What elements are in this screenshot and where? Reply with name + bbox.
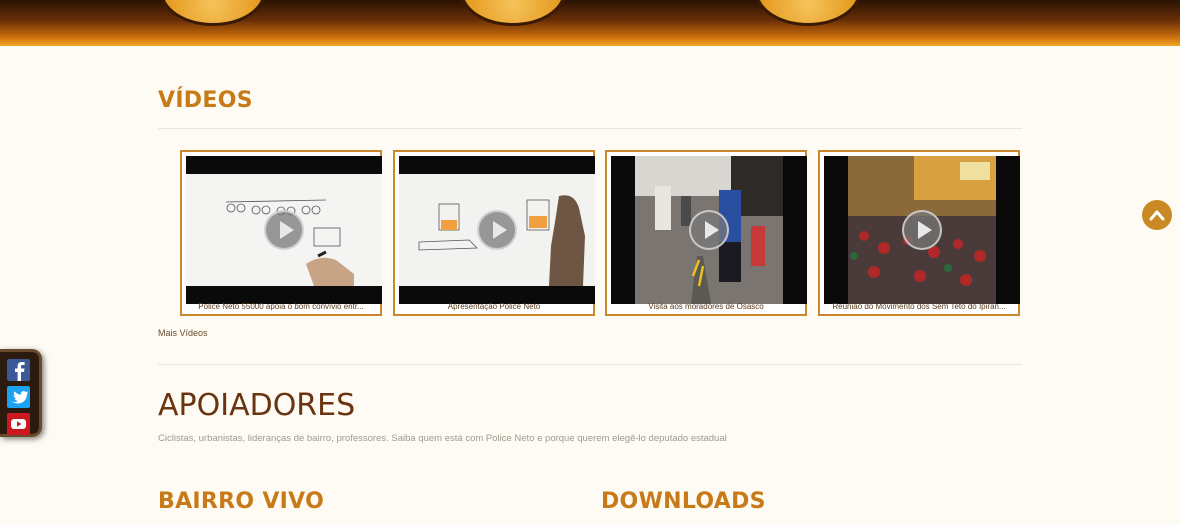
play-icon[interactable] xyxy=(264,210,304,250)
banner-menu-circle-1[interactable] xyxy=(160,0,266,26)
video-frame-2 xyxy=(399,156,595,304)
twitter-icon[interactable] xyxy=(7,386,30,408)
chevron-up-icon xyxy=(1149,210,1165,221)
play-icon[interactable] xyxy=(477,210,517,250)
videos-title: VÍDEOS xyxy=(158,88,253,113)
play-icon[interactable] xyxy=(689,210,729,250)
supporters-description: Ciclistas, urbanistas, lideranças de bai… xyxy=(158,433,727,444)
banner-menu-circle-3[interactable] xyxy=(755,0,861,26)
downloads-title: DOWNLOADS xyxy=(601,489,766,514)
supporters-divider xyxy=(158,364,1022,365)
video-frame-3 xyxy=(611,156,807,304)
top-banner xyxy=(0,0,1180,46)
facebook-icon[interactable] xyxy=(7,359,30,381)
video-caption-2: Apresentação Police Neto xyxy=(447,302,541,311)
play-icon[interactable] xyxy=(902,210,942,250)
bairro-vivo-title: BAIRRO VIVO xyxy=(158,489,325,514)
video-caption-4: Reunião do Movimento dos Sem Teto do Ipi… xyxy=(832,302,1006,311)
more-videos-link[interactable]: Mais Vídeos xyxy=(158,328,208,338)
videos-divider xyxy=(158,128,1022,129)
video-thumbnail-2[interactable]: Apresentação Police Neto xyxy=(393,150,595,316)
supporters-title: APOIADORES xyxy=(158,388,356,423)
youtube-icon[interactable] xyxy=(7,413,30,435)
video-thumbnail-4[interactable]: Reunião do Movimento dos Sem Teto do Ipi… xyxy=(818,150,1020,316)
banner-menu-circle-2[interactable] xyxy=(460,0,566,26)
social-sidebar xyxy=(0,349,42,437)
video-thumbnail-1[interactable]: Police Neto 55000 apoia o bom convívio e… xyxy=(180,150,382,316)
video-frame-4 xyxy=(824,156,1020,304)
video-caption-1: Police Neto 55000 apoia o bom convívio e… xyxy=(198,302,364,311)
scroll-to-top-button[interactable] xyxy=(1142,200,1172,230)
video-caption-3: Visita aos moradores de Osasco xyxy=(648,302,764,311)
video-frame-1 xyxy=(186,156,382,304)
video-thumbnail-3[interactable]: Visita aos moradores de Osasco xyxy=(605,150,807,316)
